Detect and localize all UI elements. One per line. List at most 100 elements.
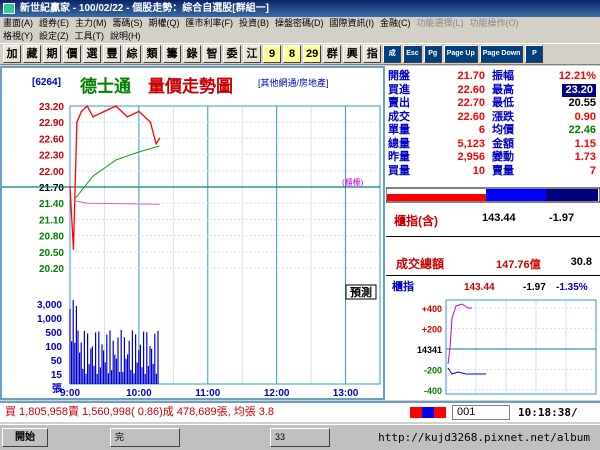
volume-tick-label: 1,000 xyxy=(37,314,62,325)
menu-item[interactable]: 證券(E) xyxy=(36,17,72,30)
toolbar-button[interactable]: 藏 xyxy=(23,45,41,63)
toolbar-button[interactable]: 指 xyxy=(363,45,382,63)
toolbar-button[interactable]: 委 xyxy=(223,45,241,63)
menu-item[interactable]: 金融(C) xyxy=(377,17,414,30)
menu-item[interactable]: 期權(Q) xyxy=(146,17,183,30)
menu-item[interactable]: 籌碼(S) xyxy=(110,17,146,30)
menu-item[interactable]: 匯市利率(F) xyxy=(183,17,237,30)
otc-change: -1.97 xyxy=(549,212,575,224)
avg-price-line xyxy=(75,145,160,199)
toolbar-button[interactable]: 興 xyxy=(343,45,362,63)
price-point xyxy=(126,116,129,118)
price-tick-label: 20.50 xyxy=(39,248,64,259)
menu-item[interactable]: 主力(M) xyxy=(72,17,110,30)
menu-item[interactable]: 畫面(A) xyxy=(0,17,36,30)
toolbar-icon-button[interactable]: Esc xyxy=(403,45,422,63)
price-tick-label: 21.10 xyxy=(39,215,64,226)
quote-value: 22.60 xyxy=(457,110,485,123)
turnover-value: 147.76億 xyxy=(496,259,541,271)
stock-code-input[interactable]: 001 xyxy=(452,405,510,420)
toolbar-button[interactable]: 群 xyxy=(323,45,342,63)
otc-mini-chart[interactable]: 櫃指 143.44 -1.97 -1.35% +400 +200 14341 -200 -400 xyxy=(386,278,600,400)
toolbar: 加藏期價選豐綜類籌錄智委江 9 8 29 群興指成 Esc Pg Page Up Page Do… xyxy=(0,43,600,65)
menu-item[interactable]: 功能操作(O) xyxy=(467,17,522,30)
price-volume-chart[interactable]: 23.20 22.90 22.60 22.30 22.00 21.70 21.40 21.10… xyxy=(2,68,383,398)
toolbar-icon-button[interactable]: Page Down xyxy=(479,45,524,63)
price-point xyxy=(158,137,161,140)
mini-change: -1.97 xyxy=(523,282,546,293)
quote-label: 總量 xyxy=(388,137,410,150)
taskbar-app-2[interactable]: 33 xyxy=(270,428,330,447)
toolbar-button[interactable]: 9 xyxy=(263,45,281,63)
toolbar-button[interactable]: 選 xyxy=(83,45,101,63)
volume-tick-label: 50 xyxy=(51,356,63,367)
quote-value: 22.60 xyxy=(457,83,485,96)
toolbar-button[interactable]: 綜 xyxy=(123,45,141,63)
prediction-label[interactable]: 預測 xyxy=(350,285,372,299)
quote-value: 22.46 xyxy=(568,124,596,136)
volume-tick-label: 100 xyxy=(45,342,62,353)
price-tick-label: 21.70 xyxy=(39,183,64,194)
mini-tick-label: 14341 xyxy=(417,345,442,355)
toolbar-button[interactable]: 智 xyxy=(203,45,221,63)
volume-tick-label: 3,000 xyxy=(37,300,62,311)
menu-item[interactable]: 功能選擇(L) xyxy=(414,17,467,30)
toolbar-icon-button[interactable]: Page Up xyxy=(443,45,478,63)
price-line xyxy=(69,104,161,250)
quote-value: 0.90 xyxy=(574,110,596,123)
quote-label: 均價 xyxy=(492,124,514,136)
mini-tick-label: -400 xyxy=(424,386,442,396)
mini-index-line-2 xyxy=(447,367,486,375)
price-point xyxy=(76,121,78,123)
menu-item[interactable]: 國際資訊(I) xyxy=(327,17,378,30)
title-bar: 新世紀贏家 - 100/02/22 - 個股走勢：綜合自選股[群組一] xyxy=(0,0,600,17)
status-text: 買 1,805,958賣 1,560,998( 0.86)成 478,689張,… xyxy=(5,406,275,418)
quote-label: 昨量 xyxy=(388,151,410,163)
toolbar-button[interactable]: 價 xyxy=(63,45,81,63)
menu-item[interactable]: 說明(H) xyxy=(107,30,144,43)
toolbar-icon-button[interactable]: Pg xyxy=(423,45,442,63)
price-point xyxy=(103,110,106,113)
time-tick-label: 9:00 xyxy=(60,388,80,398)
menu-bar: 畫面(A) 證券(E) 主力(M) 籌碼(S) 期權(Q) 匯市利率(F) 投資(B) 操盤密… xyxy=(0,17,600,43)
price-tick-label: 23.20 xyxy=(39,102,64,113)
quote-label: 最低 xyxy=(492,97,514,109)
quote-value: 20.55 xyxy=(568,97,596,109)
taskbar-app-1[interactable]: 完 xyxy=(110,428,180,447)
toolbar-button[interactable]: 29 xyxy=(303,45,322,63)
price-point xyxy=(92,116,94,118)
toolbar-button[interactable]: 錄 xyxy=(183,45,201,63)
toolbar-button[interactable]: 期 xyxy=(43,45,61,63)
mini-tick-label: -200 xyxy=(424,366,442,376)
mini-label: 櫃指 xyxy=(392,279,414,293)
turnover-box: 成交總額 147.76億 30.8 xyxy=(386,236,600,276)
toolbar-button[interactable]: 豐 xyxy=(103,45,121,63)
quote-value: 1.73 xyxy=(574,151,596,163)
menu-item[interactable]: 操盤密碼(D) xyxy=(272,17,327,30)
toolbar-icon-button[interactable]: P xyxy=(525,45,544,63)
status-bar: 買 1,805,958賣 1,560,998( 0.86)成 478,689張,… xyxy=(0,401,600,422)
price-point xyxy=(80,110,83,113)
menu-item[interactable]: 工具(T) xyxy=(72,30,108,43)
quote-row: 賣出 22.70 最低 20.55 xyxy=(386,97,600,110)
intraday-chart-panel: [6264] 德士通 量價走勢圖 [其他網通/房地產] 23.20 22.90 22… xyxy=(0,66,385,400)
toolbar-button[interactable]: 籌 xyxy=(163,45,181,63)
main-area: [6264] 德士通 量價走勢圖 [其他網通/房地產] 23.20 22.90 22… xyxy=(0,66,600,400)
toolbar-button[interactable]: 江 xyxy=(243,45,261,63)
menu-item[interactable]: 投資(B) xyxy=(236,17,272,30)
menu-item[interactable]: 設定(Z) xyxy=(36,30,72,43)
toolbar-button[interactable]: 8 xyxy=(283,45,301,63)
start-button[interactable]: 開始 xyxy=(2,428,48,447)
quote-row: 單量 6 均價 22.46 xyxy=(386,124,600,137)
menu-item[interactable]: 格視(Y) xyxy=(0,30,36,43)
price-point xyxy=(138,110,140,113)
price-point xyxy=(115,105,117,107)
toolbar-button[interactable]: 類 xyxy=(143,45,161,63)
quote-label: 最高 xyxy=(492,83,514,96)
toolbar-button[interactable]: 加 xyxy=(3,45,21,63)
quote-row: 成交 22.60 漲跌 0.90 xyxy=(386,111,600,124)
price-point xyxy=(149,121,152,123)
quote-value: 6 xyxy=(478,124,485,136)
time-tick-label: 13:00 xyxy=(333,388,359,398)
toolbar-icon-button[interactable]: 成 xyxy=(383,45,402,63)
